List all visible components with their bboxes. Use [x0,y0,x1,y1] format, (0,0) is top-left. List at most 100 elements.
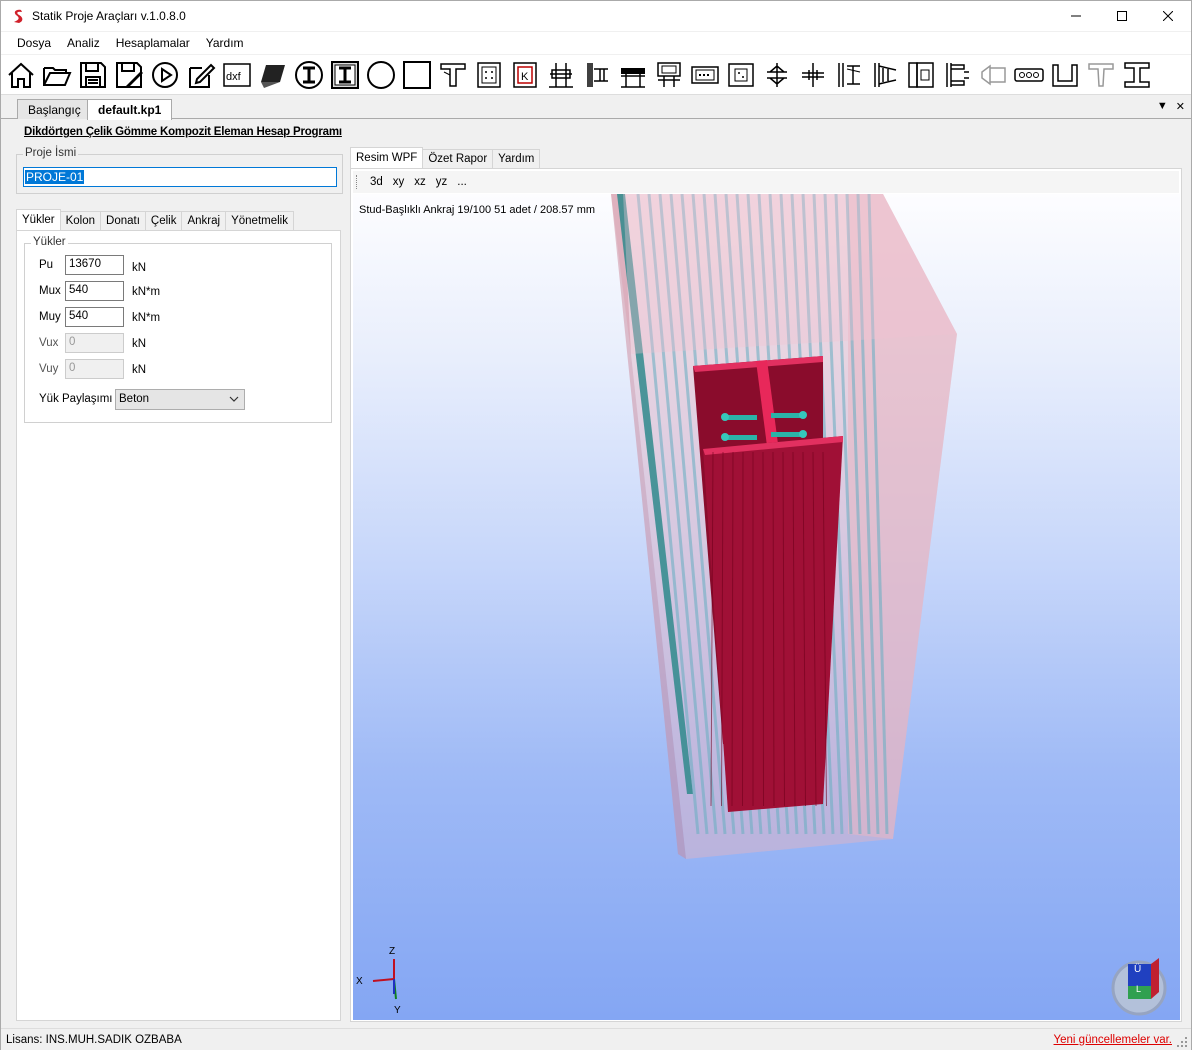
view-xz-button[interactable]: xz [409,176,431,188]
dxf-export-icon: dxf [223,62,251,87]
svg-text:dxf: dxf [226,71,242,83]
3d-scene [372,194,1167,1016]
resize-grip-icon[interactable] [1176,1036,1188,1048]
i-beam-icon [1124,61,1150,88]
menu-dosya[interactable]: Dosya [9,36,59,50]
license-text: Lisans: INS.MUH.SADIK OZBABA [6,1033,182,1046]
i-section-circle-button[interactable] [293,58,325,92]
toolbar-grip[interactable] [356,175,359,189]
tab-resim-wpf[interactable]: Resim WPF [350,147,424,168]
window-title: Statik Proje Araçları v.1.0.8.0 [32,9,186,23]
muy-input[interactable]: 540 [65,307,124,327]
column-splice-button[interactable] [761,58,793,92]
splice-button[interactable] [689,58,721,92]
project-name-value: PROJE-01 [25,170,85,184]
run-button[interactable] [149,58,181,92]
beam-column-button[interactable] [545,58,577,92]
view-3d-button[interactable]: 3d [365,176,388,188]
gusset-icon [946,62,969,87]
view-xy-button[interactable]: xy [388,176,410,188]
vuy-input[interactable]: 0 [65,359,124,379]
flange-line [742,451,744,807]
maximize-button[interactable] [1099,1,1145,31]
3d-view-button[interactable] [257,58,289,92]
tab-ankraj[interactable]: Ankraj [181,211,227,230]
tee-icon [1088,62,1114,87]
bolt-group-button[interactable] [725,58,757,92]
i-section-box-button[interactable] [329,58,361,92]
menu-analiz[interactable]: Analiz [59,36,108,50]
view-cube-top-label: Ü [1134,964,1142,975]
load-share-value: Beton [119,393,150,405]
view-yz-button[interactable]: yz [431,176,453,188]
save-as-icon [116,61,143,88]
save-as-button[interactable] [113,58,145,92]
mux-input[interactable]: 540 [65,281,124,301]
u-channel-icon [1052,63,1078,87]
3d-viewport[interactable]: Stud-Başlıklı Ankraj 19/100 51 adet / 20… [353,194,1180,1020]
menu-hesaplamalar[interactable]: Hesaplamalar [108,36,198,50]
mux-label: Mux [39,285,61,297]
k-plate-button[interactable]: K [509,58,541,92]
square-section-button[interactable] [401,58,433,92]
gusset-button[interactable] [941,58,973,92]
menu-yardim[interactable]: Yardım [198,36,252,50]
flange-line [762,451,764,807]
home-button[interactable] [5,58,37,92]
vux-input[interactable]: 0 [65,333,124,353]
close-button[interactable] [1145,1,1191,31]
minimize-button[interactable] [1053,1,1099,31]
tee-button[interactable] [1085,58,1117,92]
t-section-button[interactable] [437,58,469,92]
mux-unit: kN*m [132,286,161,298]
save-button[interactable] [77,58,109,92]
end-plate-button[interactable] [833,58,865,92]
load-share-select[interactable]: Beton [115,389,245,410]
circle-section-button[interactable] [365,58,397,92]
bolt-row-button[interactable] [1013,58,1045,92]
base-plate-button[interactable] [905,58,937,92]
stiffener-button[interactable] [869,58,901,92]
i-section-circle-icon [295,60,323,89]
tab-list-icon[interactable]: ▼ [1157,100,1168,113]
tab-close-icon[interactable]: ✕ [1176,100,1185,113]
dxf-export-button[interactable]: dxf [221,58,253,92]
moment-connection-button[interactable] [617,58,649,92]
weld-icon [981,64,1006,85]
flange-connection-button[interactable] [653,58,685,92]
project-name-legend: Proje İsmi [23,147,79,159]
splice-icon [691,65,719,84]
pu-input[interactable]: 13670 [65,255,124,275]
project-name-input[interactable]: PROJE-01 [23,167,337,187]
bolt-row-icon [1014,67,1044,82]
tab-ozet-rapor[interactable]: Özet Rapor [422,149,494,168]
window-controls [1053,1,1191,31]
tab-default-kp1[interactable]: default.kp1 [87,99,173,120]
beam-splice-icon [802,62,824,87]
tab-donati[interactable]: Donatı [100,211,146,230]
u-channel-button[interactable] [1049,58,1081,92]
muy-label: Muy [39,311,61,323]
close-icon [1163,11,1173,21]
run-icon [152,61,178,88]
tab-yukler[interactable]: Yükler [16,209,61,230]
tab-yonetmelik[interactable]: Yönetmelik [225,211,294,230]
beam-splice-button[interactable] [797,58,829,92]
column-plate-button[interactable] [473,58,505,92]
tab-kolon[interactable]: Kolon [59,211,102,230]
open-button[interactable] [41,58,73,92]
view-cube-front-label: L [1136,984,1142,994]
k-plate-icon: K [513,61,537,88]
view-more-button[interactable]: ... [452,176,472,188]
tab-baslangic[interactable]: Başlangıç [17,99,92,119]
t-section-icon [440,62,466,87]
tab-celik[interactable]: Çelik [144,211,183,230]
axis-z-label: Z [389,946,396,957]
view-toolbar: 3d xy xz yz ... [353,171,1179,193]
update-link[interactable]: Yeni güncellemeler var. [1054,1034,1172,1046]
i-beam-button[interactable] [1121,58,1153,92]
tab-yardim[interactable]: Yardım [492,149,541,168]
beam-side-button[interactable] [581,58,613,92]
weld-button[interactable] [977,58,1009,92]
edit-button[interactable] [185,58,217,92]
